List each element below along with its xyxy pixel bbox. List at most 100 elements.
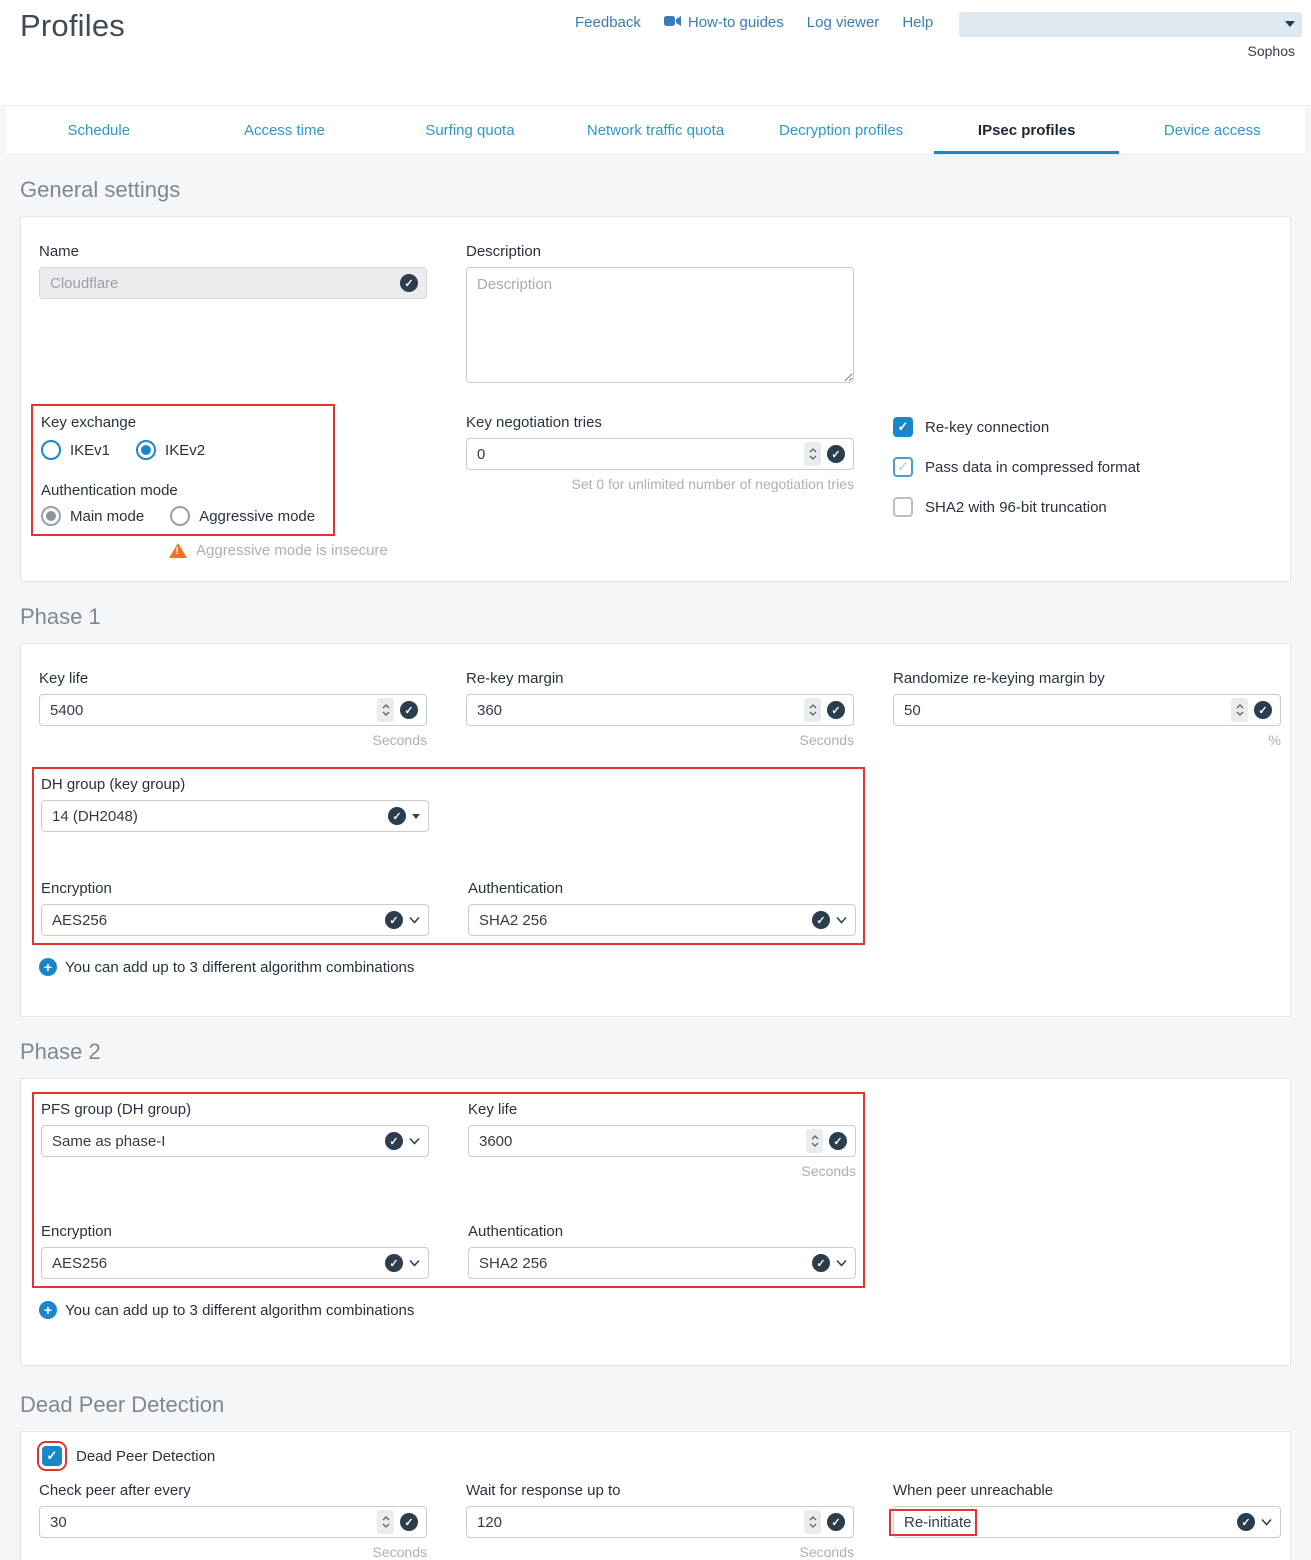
- key-life-input[interactable]: ✓: [39, 694, 427, 726]
- pfs-group-dropdown[interactable]: Same as phase-I ✓: [41, 1125, 429, 1157]
- p2-key-life-input[interactable]: ✓: [468, 1125, 856, 1157]
- p2-key-life-value[interactable]: [469, 1126, 855, 1156]
- profiles-tabbar: Schedule Access time Surfing quota Netwo…: [6, 105, 1305, 155]
- feedback-link[interactable]: Feedback: [575, 14, 641, 31]
- key-negotiation-value[interactable]: [467, 439, 853, 469]
- authentication-dropdown[interactable]: SHA2 256 ✓: [468, 1247, 856, 1279]
- auth-mode-label: Authentication mode: [41, 482, 325, 500]
- radio-ikev2[interactable]: IKEv2: [136, 440, 205, 460]
- general-settings-heading: General settings: [20, 177, 1291, 203]
- warning-triangle-icon: [169, 543, 187, 558]
- authentication-dropdown[interactable]: SHA2 256 ✓: [468, 904, 856, 936]
- rekey-margin-input[interactable]: ✓: [466, 694, 854, 726]
- sha2-truncation-option[interactable]: SHA2 with 96-bit truncation: [893, 497, 1281, 517]
- dh-group-label: DH group (key group): [41, 776, 429, 794]
- add-combination-icon[interactable]: +: [39, 1301, 57, 1319]
- number-spinner[interactable]: [804, 1510, 821, 1534]
- wait-response-value[interactable]: [467, 1507, 853, 1537]
- radio-aggressive-mode[interactable]: Aggressive mode: [170, 506, 315, 526]
- p2-encryption-field: Encryption AES256 ✓: [41, 1223, 429, 1279]
- account-selector[interactable]: [959, 12, 1302, 37]
- check-peer-label: Check peer after every: [39, 1482, 427, 1500]
- p1-randomize-field: Randomize re-keying margin by ✓ %: [893, 670, 1281, 748]
- tab-decryption-profiles[interactable]: Decryption profiles: [748, 106, 934, 154]
- checkbox-icon[interactable]: [893, 497, 913, 517]
- tab-schedule[interactable]: Schedule: [6, 106, 192, 154]
- p1-key-life-field: Key life ✓ Seconds: [39, 670, 427, 748]
- valid-check-icon: ✓: [385, 1132, 403, 1150]
- rekey-margin-value[interactable]: [467, 695, 853, 725]
- rekey-connection-option[interactable]: Re-key connection: [893, 417, 1281, 437]
- number-spinner[interactable]: [377, 1510, 394, 1534]
- key-life-value[interactable]: [40, 695, 426, 725]
- radio-icon[interactable]: [170, 506, 190, 526]
- aggressive-mode-warning: Aggressive mode is insecure: [39, 542, 427, 559]
- checkbox-icon[interactable]: [893, 457, 913, 477]
- chevron-down-icon: [409, 916, 420, 924]
- key-negotiation-input[interactable]: ✓: [466, 438, 854, 470]
- tab-access-time[interactable]: Access time: [192, 106, 378, 154]
- number-spinner[interactable]: [804, 442, 821, 466]
- wait-response-input[interactable]: ✓: [466, 1506, 854, 1538]
- pfs-group-label: PFS group (DH group): [41, 1101, 429, 1119]
- key-life-label: Key life: [39, 670, 427, 688]
- name-input-value[interactable]: [40, 268, 426, 298]
- radio-ikev1[interactable]: IKEv1: [41, 440, 110, 460]
- name-field: Name ✓: [39, 243, 427, 299]
- chevron-down-icon: [836, 1259, 847, 1267]
- video-camera-icon: [664, 14, 681, 31]
- valid-check-icon: ✓: [385, 1254, 403, 1272]
- key-negotiation-field: Key negotiation tries ✓ Set 0 for unlimi…: [466, 414, 854, 492]
- peer-unreachable-label: When peer unreachable: [893, 1482, 1281, 1500]
- unit-label: Seconds: [468, 1163, 856, 1179]
- phase2-panel: PFS group (DH group) Same as phase-I ✓ K…: [20, 1078, 1291, 1366]
- wait-response-field: Wait for response up to ✓ Seconds: [466, 1482, 854, 1560]
- check-peer-value[interactable]: [40, 1507, 426, 1537]
- authentication-label: Authentication: [468, 1223, 856, 1241]
- chevron-down-icon: [409, 1137, 420, 1145]
- phase1-algorithms-annotation: DH group (key group) 14 (DH2048) ✓ Encry…: [41, 776, 856, 936]
- valid-check-icon: ✓: [388, 807, 406, 825]
- auth-mode-radios: Main mode Aggressive mode: [41, 506, 325, 526]
- dpd-enable-option[interactable]: Dead Peer Detection: [39, 1446, 1282, 1466]
- dpd-heading: Dead Peer Detection: [20, 1392, 1291, 1418]
- peer-unreachable-dropdown[interactable]: Re-initiate ✓: [893, 1506, 1281, 1538]
- pfs-group-field: PFS group (DH group) Same as phase-I ✓: [41, 1101, 429, 1179]
- compressed-format-option[interactable]: Pass data in compressed format: [893, 457, 1281, 477]
- number-spinner[interactable]: [806, 1129, 823, 1153]
- tab-ipsec-profiles[interactable]: IPsec profiles: [934, 106, 1120, 154]
- valid-check-icon: ✓: [812, 911, 830, 929]
- number-spinner[interactable]: [377, 698, 394, 722]
- page-header: Profiles Feedback How-to guides Log view…: [0, 0, 1311, 105]
- dh-group-dropdown[interactable]: 14 (DH2048) ✓: [41, 800, 429, 832]
- randomize-input[interactable]: ✓: [893, 694, 1281, 726]
- description-textarea[interactable]: [466, 267, 854, 383]
- tab-surfing-quota[interactable]: Surfing quota: [377, 106, 563, 154]
- page-title: Profiles: [20, 8, 125, 44]
- radio-icon[interactable]: [41, 506, 61, 526]
- number-spinner[interactable]: [1231, 698, 1248, 722]
- radio-main-mode[interactable]: Main mode: [41, 506, 144, 526]
- key-negotiation-help: Set 0 for unlimited number of negotiatio…: [466, 476, 854, 492]
- tab-network-traffic-quota[interactable]: Network traffic quota: [563, 106, 749, 154]
- tab-device-access[interactable]: Device access: [1119, 106, 1305, 154]
- unit-label: Seconds: [466, 732, 854, 748]
- add-combination-icon[interactable]: +: [39, 958, 57, 976]
- howto-guides-link[interactable]: How-to guides: [664, 14, 784, 31]
- encryption-dropdown[interactable]: AES256 ✓: [41, 904, 429, 936]
- radio-icon[interactable]: [136, 440, 156, 460]
- valid-check-icon: ✓: [385, 911, 403, 929]
- name-label: Name: [39, 243, 427, 261]
- help-link[interactable]: Help: [902, 14, 933, 31]
- dpd-checkbox-icon[interactable]: [42, 1446, 62, 1466]
- checkbox-icon[interactable]: [893, 417, 913, 437]
- name-input[interactable]: ✓: [39, 267, 427, 299]
- key-exchange-radios: IKEv1 IKEv2: [41, 440, 325, 460]
- check-peer-input[interactable]: ✓: [39, 1506, 427, 1538]
- p1-rekey-margin-field: Re-key margin ✓ Seconds: [466, 670, 854, 748]
- log-viewer-link[interactable]: Log viewer: [807, 14, 880, 31]
- randomize-value[interactable]: [894, 695, 1280, 725]
- encryption-dropdown[interactable]: AES256 ✓: [41, 1247, 429, 1279]
- radio-icon[interactable]: [41, 440, 61, 460]
- number-spinner[interactable]: [804, 698, 821, 722]
